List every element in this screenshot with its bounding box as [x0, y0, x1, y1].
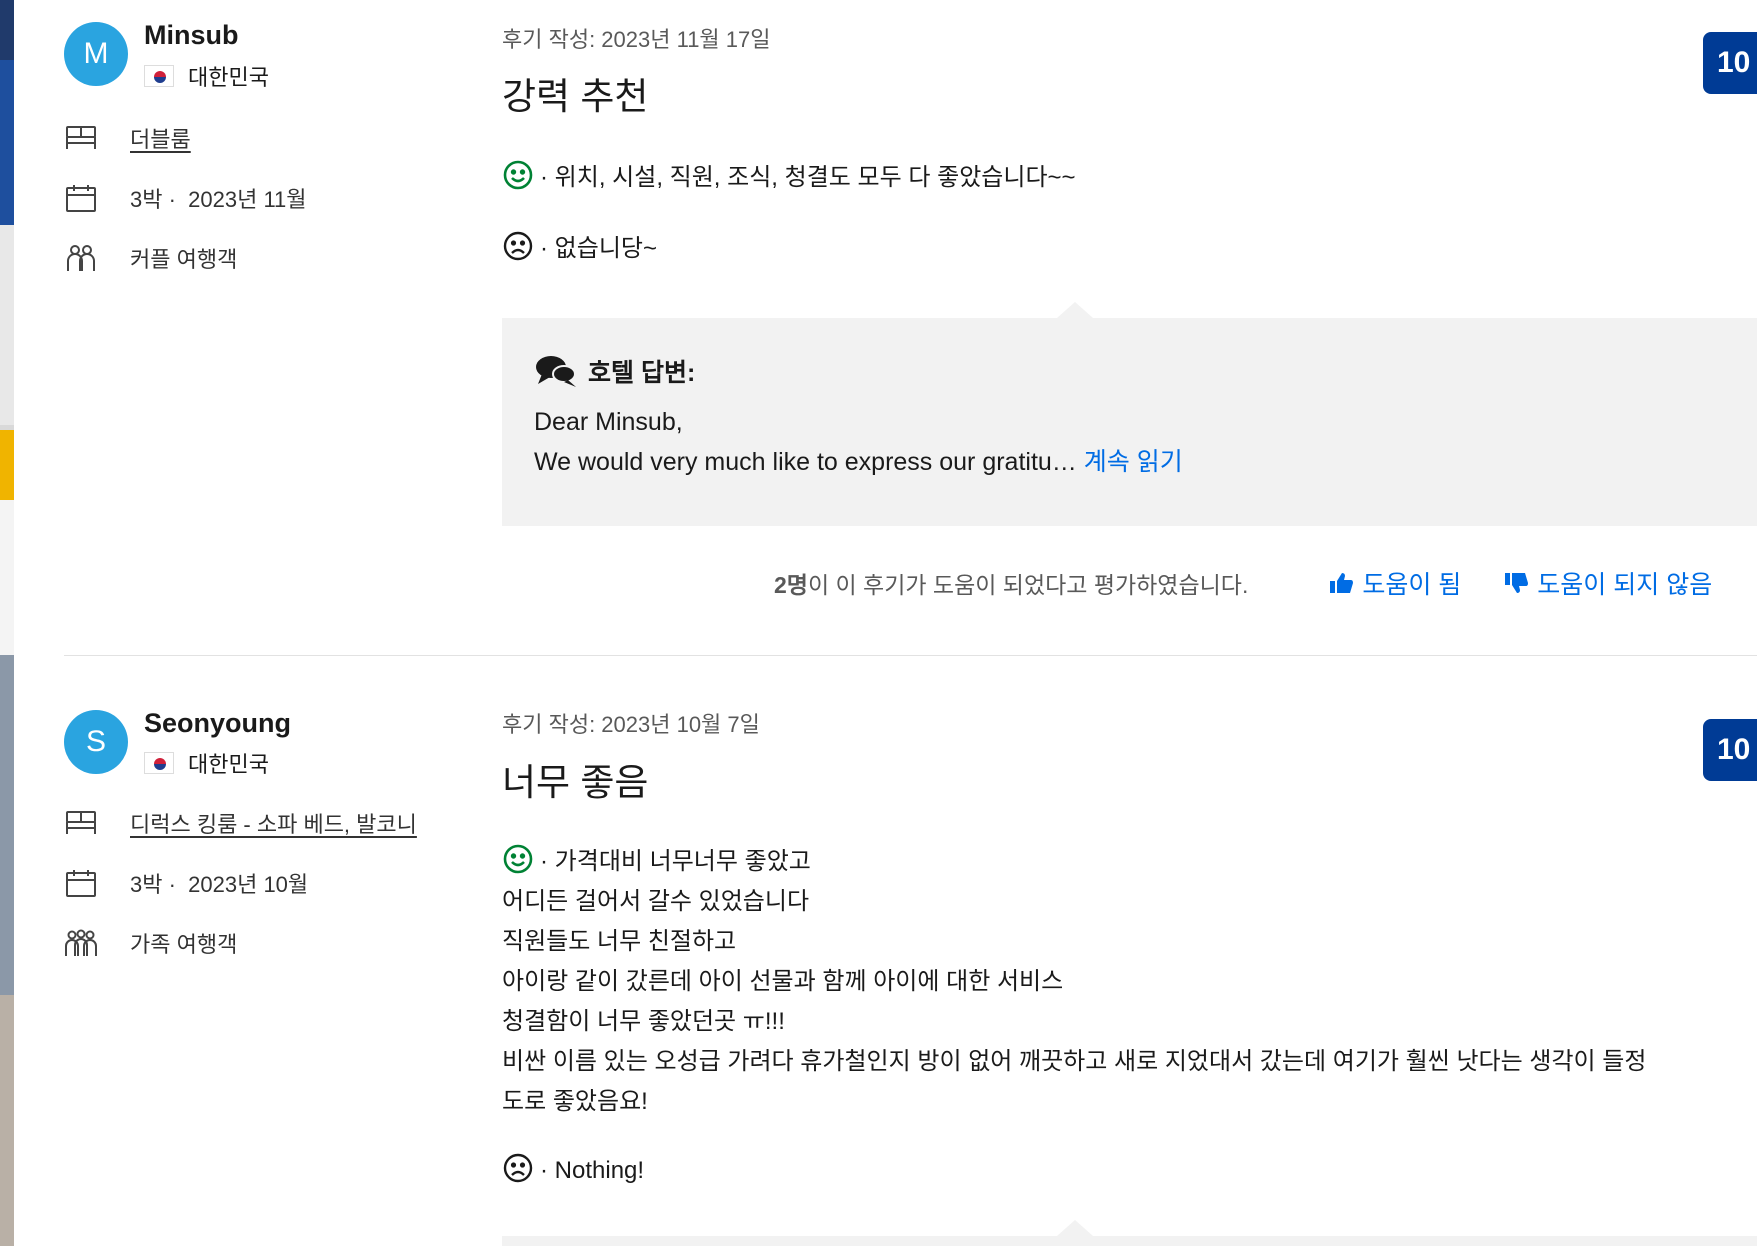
traveler-type: 가족 여행객 [130, 932, 238, 957]
response-title: 호텔 답변: [534, 352, 695, 390]
hotel-response [502, 1220, 1757, 1246]
reviewer-country: 대한민국 [144, 60, 269, 92]
review-negative: · 없습니당~ [502, 229, 657, 269]
review-score-badge: 10 [1703, 32, 1757, 94]
response-body: Dear Minsub, We would very much like to … [534, 402, 1183, 482]
korea-flag-icon [144, 752, 174, 774]
bed-icon [66, 126, 96, 149]
response-title-label: 호텔 답변: [588, 359, 696, 387]
positive-text: · 가격대비 너무너무 좋았고 어디든 걸어서 갈수 있었습니다 직원들도 너무… [502, 848, 1647, 1115]
response-line: We would very much like to express our g… [534, 448, 1077, 476]
review-title: 강력 추천 [502, 76, 649, 117]
frown-icon [503, 231, 533, 261]
korea-flag-icon [144, 65, 174, 87]
stay-row: 3박 · 2023년 11월 [64, 182, 307, 214]
thumbs-up-icon [1330, 573, 1354, 593]
traveler-type-row: 가족 여행객 [64, 927, 237, 959]
traveler-type: 커플 여행객 [130, 247, 238, 272]
room-type-row: 더블룸 [64, 122, 191, 154]
stay-month: 2023년 11월 [188, 187, 307, 212]
review-divider [64, 655, 1757, 656]
helpful-button[interactable]: 도움이 됨 [1328, 565, 1461, 601]
country-label: 대한민국 [188, 65, 269, 90]
stay-nights: 3박 · [130, 872, 176, 897]
not-helpful-button-label: 도움이 되지 않음 [1537, 571, 1713, 599]
helpful-summary: 2명이 이 후기가 도움이 되었다고 평가하였습니다. 도움이 됨 도움이 되지… [774, 565, 1712, 601]
reviewer-country: 대한민국 [144, 747, 269, 779]
positive-text: · 위치, 시설, 직원, 조식, 청결도 모두 다 좋았습니다~~ [540, 164, 1076, 191]
room-type-row: 디럭스 킹룸 - 소파 베드, 발코니 [64, 807, 417, 839]
read-more-link[interactable]: 계속 읽기 [1084, 448, 1183, 476]
review-date: 후기 작성: 2023년 10월 7일 [502, 712, 760, 737]
review-card: S Seonyoung 대한민국 디럭스 킹룸 - 소파 베드, 발코니 3박 … [64, 690, 1757, 1246]
traveler-type-row: 커플 여행객 [64, 242, 237, 274]
response-line: Dear Minsub, [534, 408, 683, 436]
review-title: 너무 좋음 [502, 762, 649, 803]
country-label: 대한민국 [188, 752, 269, 777]
smile-icon [503, 160, 533, 190]
calendar-icon [66, 185, 96, 212]
helpful-count-text: 2명이 이 후기가 도움이 되었다고 평가하였습니다. [774, 572, 1249, 598]
smile-icon [503, 844, 533, 874]
stay-nights: 3박 · [130, 187, 176, 212]
avatar: M [64, 22, 128, 86]
background-page-strip [0, 0, 14, 1246]
avatar: S [64, 710, 128, 774]
review-score-badge: 10 [1703, 719, 1757, 781]
review-date: 후기 작성: 2023년 11월 17일 [502, 27, 771, 52]
frown-icon [503, 1153, 533, 1183]
reviewer-name: Minsub [144, 20, 239, 50]
review-card: M Minsub 대한민국 더블룸 3박 · 2023년 11월 커플 여행객 … [64, 0, 1757, 656]
stay-month: 2023년 10월 [188, 872, 309, 897]
review-positive: · 가격대비 너무너무 좋았고 어디든 걸어서 갈수 있었습니다 직원들도 너무… [502, 842, 1646, 1122]
negative-text: · Nothing! [540, 1157, 645, 1184]
speech-bubbles-icon [536, 356, 576, 387]
people-icon [67, 245, 95, 271]
calendar-icon [66, 870, 96, 897]
hotel-response: 호텔 답변: Dear Minsub, We would very much l… [502, 302, 1757, 526]
bed-icon [66, 811, 96, 834]
not-helpful-button[interactable]: 도움이 되지 않음 [1503, 565, 1712, 601]
people-icon [65, 929, 97, 956]
review-negative: · Nothing! [502, 1151, 644, 1191]
room-type-link[interactable]: 더블룸 [130, 122, 191, 154]
reviewer-name: Seonyoung [144, 708, 291, 738]
thumbs-down-icon [1505, 573, 1529, 593]
room-type-link[interactable]: 디럭스 킹룸 - 소파 베드, 발코니 [130, 807, 417, 839]
review-positive: · 위치, 시설, 직원, 조식, 청결도 모두 다 좋았습니다~~ [502, 158, 1076, 198]
stay-row: 3박 · 2023년 10월 [64, 867, 308, 899]
helpful-button-label: 도움이 됨 [1362, 571, 1462, 599]
negative-text: · 없습니당~ [540, 235, 657, 262]
